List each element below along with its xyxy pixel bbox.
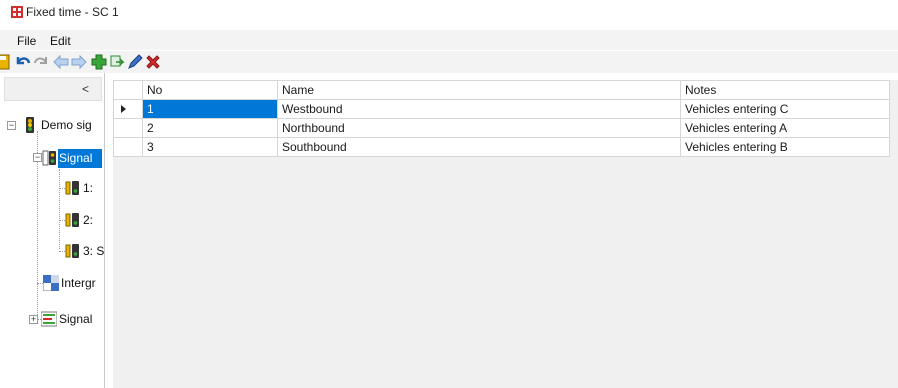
signal-head-icon bbox=[65, 181, 79, 195]
collapse-chevron-icon: < bbox=[81, 82, 89, 96]
table-row[interactable]: 3 Southbound Vehicles entering B bbox=[113, 137, 890, 157]
row-header-corner[interactable] bbox=[113, 80, 143, 100]
cell-name[interactable]: Northbound bbox=[277, 118, 681, 138]
add-icon[interactable] bbox=[90, 53, 108, 71]
forward-arrow-icon[interactable] bbox=[70, 53, 88, 71]
save-icon[interactable] bbox=[0, 53, 12, 71]
column-header-notes[interactable]: Notes bbox=[680, 80, 890, 100]
tree-line bbox=[59, 169, 60, 249]
table-row[interactable]: 1 Westbound Vehicles entering C bbox=[113, 99, 890, 119]
tree-item-signal-3[interactable]: 3: S bbox=[83, 244, 104, 258]
back-arrow-icon[interactable] bbox=[52, 53, 70, 71]
cell-notes[interactable]: Vehicles entering B bbox=[680, 137, 890, 157]
window-title: Fixed time - SC 1 bbox=[26, 5, 119, 19]
row-header[interactable] bbox=[113, 118, 143, 138]
menu-file[interactable]: File bbox=[17, 34, 36, 48]
cell-name[interactable]: Westbound bbox=[277, 99, 681, 119]
signal-head-icon bbox=[65, 213, 79, 227]
table-row[interactable]: 2 Northbound Vehicles entering A bbox=[113, 118, 890, 138]
data-grid: No Name Notes 1 Westbound Vehicles enter… bbox=[113, 80, 898, 388]
menu-edit[interactable]: Edit bbox=[50, 34, 71, 48]
intergreen-matrix-icon bbox=[43, 275, 59, 291]
cell-no[interactable]: 1 bbox=[142, 99, 278, 119]
toolbar bbox=[0, 51, 898, 73]
duplicate-icon[interactable] bbox=[108, 53, 126, 71]
table-header-row: No Name Notes bbox=[113, 80, 890, 100]
current-row-arrow-icon bbox=[121, 105, 126, 113]
tree-item-intergreen[interactable]: Intergr bbox=[61, 276, 96, 290]
column-header-name[interactable]: Name bbox=[277, 80, 681, 100]
tree-item-root[interactable]: Demo sig bbox=[41, 118, 92, 132]
column-header-no[interactable]: No bbox=[142, 80, 278, 100]
title-bar: Fixed time - SC 1 bbox=[0, 0, 898, 24]
edit-pencil-icon[interactable] bbox=[126, 53, 144, 71]
tree-item-signal-plans[interactable]: Signal bbox=[59, 312, 92, 326]
tree-item-signal-1[interactable]: 1: bbox=[83, 181, 93, 195]
undo-icon[interactable] bbox=[14, 53, 32, 71]
signal-group-icon bbox=[42, 150, 56, 166]
expand-signal-plans-toggle[interactable]: + bbox=[29, 315, 38, 324]
collapse-root-toggle[interactable]: − bbox=[7, 121, 16, 130]
tree-item-signal-groups[interactable]: Signal bbox=[58, 149, 102, 168]
cell-notes[interactable]: Vehicles entering A bbox=[680, 118, 890, 138]
signal-groups-table: No Name Notes 1 Westbound Vehicles enter… bbox=[113, 80, 890, 157]
cell-notes[interactable]: Vehicles entering C bbox=[680, 99, 890, 119]
redo-icon[interactable] bbox=[32, 53, 50, 71]
cell-no[interactable]: 2 bbox=[142, 118, 278, 138]
cell-name[interactable]: Southbound bbox=[277, 137, 681, 157]
navigation-panel: < − Demo sig − Signal 1: 2: 3: S Intergr… bbox=[0, 73, 105, 388]
menu-bar: File Edit bbox=[0, 30, 898, 50]
collapse-signal-group-toggle[interactable]: − bbox=[33, 153, 42, 162]
row-header[interactable] bbox=[113, 137, 143, 157]
collapse-panel-button[interactable]: < bbox=[4, 77, 102, 101]
traffic-light-icon bbox=[26, 117, 34, 133]
signal-head-icon bbox=[65, 244, 79, 258]
delete-icon[interactable] bbox=[144, 53, 162, 71]
app-icon bbox=[11, 6, 23, 18]
signal-plan-icon bbox=[41, 311, 57, 327]
cell-no[interactable]: 3 bbox=[142, 137, 278, 157]
row-header[interactable] bbox=[113, 99, 143, 119]
tree-item-signal-2[interactable]: 2: bbox=[83, 213, 93, 227]
